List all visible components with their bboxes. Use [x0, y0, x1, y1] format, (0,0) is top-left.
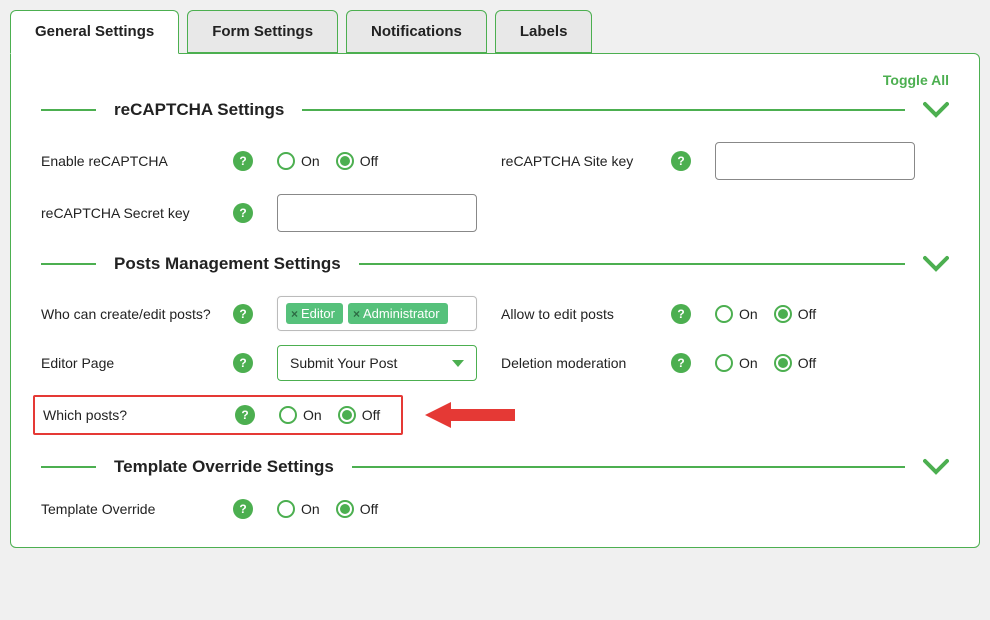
- secret-key-input[interactable]: [277, 194, 477, 232]
- radio-on[interactable]: [715, 305, 733, 323]
- role-pill-editor: × Editor: [286, 303, 343, 324]
- help-icon[interactable]: ?: [233, 151, 253, 171]
- toggle-all-button[interactable]: Toggle All: [883, 72, 949, 88]
- caret-down-icon: [452, 360, 464, 367]
- divider: [359, 263, 905, 265]
- chevron-down-icon[interactable]: [923, 458, 949, 476]
- which-posts-radio[interactable]: On Off: [279, 406, 390, 424]
- site-key-label: reCAPTCHA Site key: [501, 153, 671, 169]
- tab-general[interactable]: General Settings: [10, 10, 179, 54]
- radio-on[interactable]: [277, 152, 295, 170]
- radio-on[interactable]: [277, 500, 295, 518]
- tab-bar: General Settings Form Settings Notificat…: [10, 10, 980, 53]
- who-create-label: Who can create/edit posts?: [41, 306, 233, 322]
- site-key-input[interactable]: [715, 142, 915, 180]
- divider: [302, 109, 905, 111]
- radio-on[interactable]: [715, 354, 733, 372]
- radio-off[interactable]: [336, 500, 354, 518]
- help-icon[interactable]: ?: [671, 151, 691, 171]
- highlighted-setting: Which posts? ? On Off: [33, 395, 403, 435]
- divider: [41, 109, 96, 111]
- template-override-label: Template Override: [41, 501, 233, 517]
- enable-recaptcha-label: Enable reCAPTCHA: [41, 153, 233, 169]
- chevron-down-icon[interactable]: [923, 101, 949, 119]
- radio-off[interactable]: [336, 152, 354, 170]
- settings-panel: Toggle All reCAPTCHA Settings Enable reC…: [10, 53, 980, 548]
- divider: [41, 466, 96, 468]
- help-icon[interactable]: ?: [233, 353, 253, 373]
- remove-icon[interactable]: ×: [353, 307, 360, 321]
- editor-page-select[interactable]: Submit Your Post: [277, 345, 477, 381]
- chevron-down-icon[interactable]: [923, 255, 949, 273]
- secret-key-label: reCAPTCHA Secret key: [41, 205, 233, 221]
- template-override-radio[interactable]: On Off: [277, 500, 388, 518]
- allow-edit-radio[interactable]: On Off: [715, 305, 826, 323]
- help-icon[interactable]: ?: [233, 203, 253, 223]
- help-icon[interactable]: ?: [235, 405, 255, 425]
- radio-off[interactable]: [774, 354, 792, 372]
- enable-recaptcha-radio[interactable]: On Off: [277, 152, 388, 170]
- section-template: Template Override Settings Template Over…: [41, 457, 949, 519]
- tab-labels[interactable]: Labels: [495, 10, 593, 53]
- radio-on[interactable]: [279, 406, 297, 424]
- radio-off[interactable]: [774, 305, 792, 323]
- divider: [41, 263, 96, 265]
- help-icon[interactable]: ?: [233, 304, 253, 324]
- section-recaptcha: reCAPTCHA Settings Enable reCAPTCHA ? On…: [41, 100, 949, 232]
- deletion-radio[interactable]: On Off: [715, 354, 826, 372]
- tab-notifications[interactable]: Notifications: [346, 10, 487, 53]
- tab-form[interactable]: Form Settings: [187, 10, 338, 53]
- section-title: Template Override Settings: [114, 457, 334, 477]
- divider: [352, 466, 905, 468]
- section-title: reCAPTCHA Settings: [114, 100, 284, 120]
- annotation-arrow-icon: [425, 398, 515, 432]
- allow-edit-label: Allow to edit posts: [501, 306, 671, 322]
- help-icon[interactable]: ?: [233, 499, 253, 519]
- section-posts: Posts Management Settings Who can create…: [41, 254, 949, 435]
- radio-off[interactable]: [338, 406, 356, 424]
- editor-page-label: Editor Page: [41, 355, 233, 371]
- section-title: Posts Management Settings: [114, 254, 341, 274]
- roles-multiselect[interactable]: × Editor × Administrator: [277, 296, 477, 331]
- which-posts-label: Which posts?: [43, 407, 235, 423]
- help-icon[interactable]: ?: [671, 353, 691, 373]
- role-pill-administrator: × Administrator: [348, 303, 448, 324]
- help-icon[interactable]: ?: [671, 304, 691, 324]
- deletion-label: Deletion moderation: [501, 355, 671, 371]
- remove-icon[interactable]: ×: [291, 307, 298, 321]
